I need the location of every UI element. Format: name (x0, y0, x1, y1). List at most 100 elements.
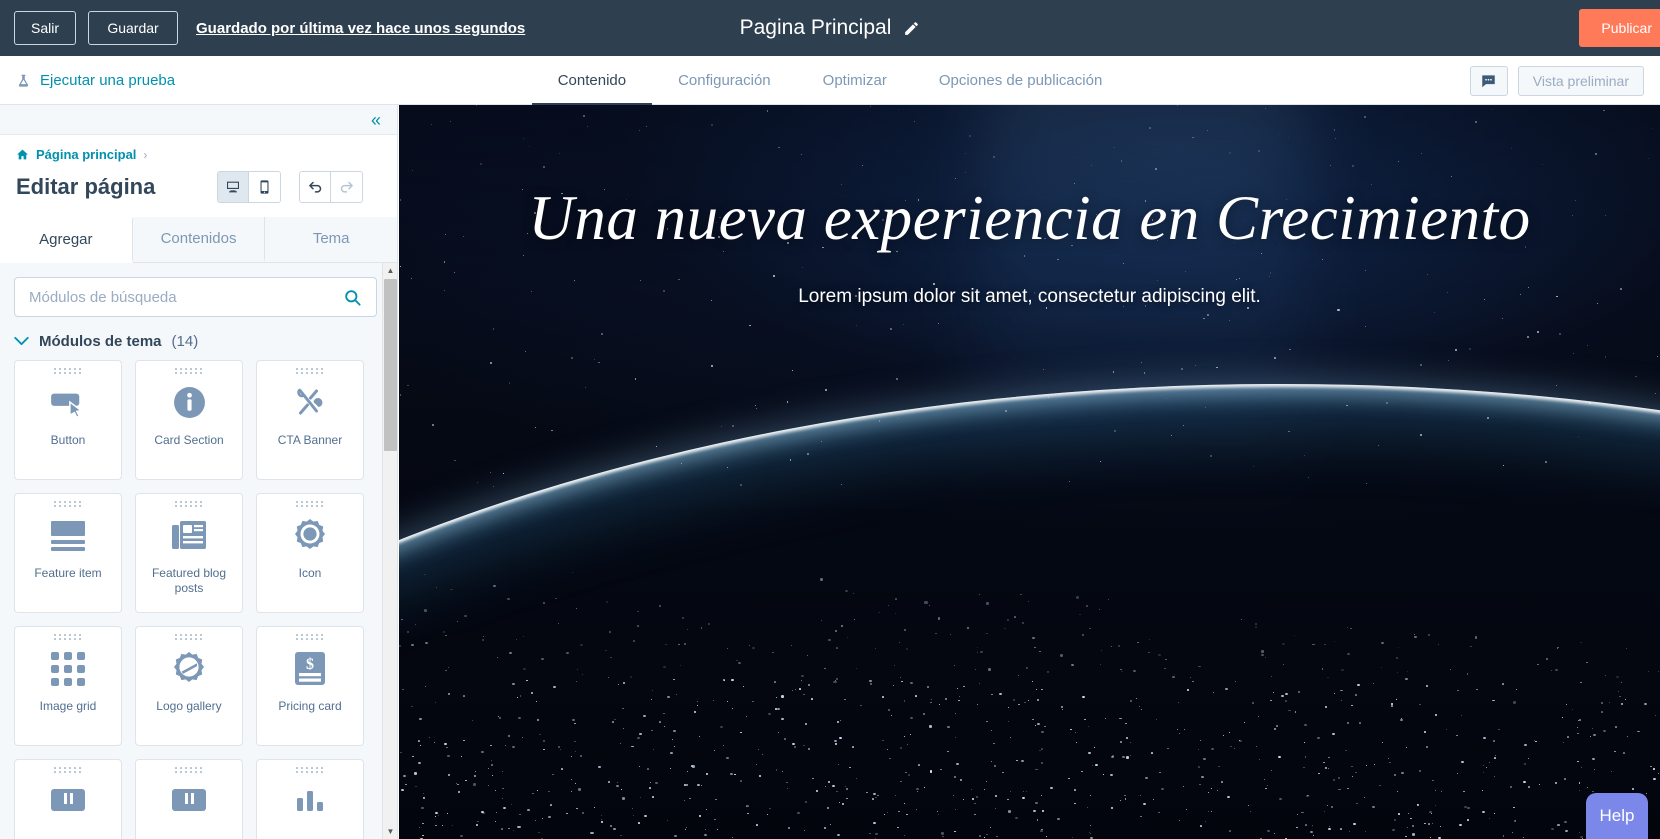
module-card-feature-item[interactable]: Feature item (14, 493, 122, 613)
viewport-mobile-button[interactable] (249, 172, 281, 202)
saved-status-link[interactable]: Guardado por última vez hace unos segund… (196, 20, 525, 37)
sidebar-title-row: Editar página (16, 171, 381, 203)
module-card-partial-3[interactable] (256, 759, 364, 839)
help-button[interactable]: Help (1586, 793, 1648, 839)
search-icon[interactable] (343, 288, 362, 307)
top-bar-left-group: Salir Guardar Guardado por última vez ha… (0, 11, 525, 45)
page-preview-canvas[interactable]: Una nueva experiencia en Crecimiento Lor… (399, 105, 1660, 839)
drag-grip-icon[interactable] (296, 767, 324, 769)
nav-tabs: Contenido Configuración Optimizar Opcion… (0, 56, 1660, 106)
module-card-featured-blog-posts[interactable]: Featured blog posts (135, 493, 243, 613)
tab-contenido[interactable]: Contenido (531, 57, 653, 106)
nav-bar: Ejecutar una prueba Contenido Configurac… (0, 56, 1660, 106)
drag-grip-icon[interactable] (54, 634, 82, 636)
module-card-pricing-card[interactable]: $ Pricing card (256, 626, 364, 746)
save-button[interactable]: Guardar (88, 11, 179, 45)
partial-chart-icon (295, 779, 325, 825)
chevron-down-icon (14, 334, 29, 349)
module-grid: Button Card Section CTA Banner Feature i… (0, 360, 397, 839)
drag-grip-icon[interactable] (175, 634, 203, 636)
history-group (299, 171, 364, 203)
breadcrumb-link[interactable]: Página principal (36, 147, 136, 162)
sidebar-header: Página principal › Editar página (0, 135, 397, 203)
drag-grip-icon[interactable] (175, 767, 203, 769)
undo-icon (307, 180, 324, 195)
drag-grip-icon[interactable] (296, 368, 324, 370)
grid-dots-icon (51, 646, 85, 692)
viewport-desktop-button[interactable] (218, 172, 250, 202)
viewport-toggle-group (217, 171, 282, 203)
drag-grip-icon[interactable] (175, 368, 203, 370)
tab-opciones-de-publicacion[interactable]: Opciones de publicación (913, 57, 1128, 106)
search-box (14, 277, 377, 317)
module-card-cta-banner[interactable]: CTA Banner (256, 360, 364, 480)
theme-modules-section-header[interactable]: Módulos de tema (14) (0, 317, 397, 360)
module-label: Button (50, 432, 86, 447)
sidebar-collapse-row: « (0, 105, 397, 135)
sidebar-tab-contenidos[interactable]: Contenidos (132, 217, 266, 262)
publish-button[interactable]: Publicar (1579, 9, 1660, 47)
tools-icon (294, 380, 327, 426)
module-label: Logo gallery (156, 698, 222, 713)
button-cursor-icon (49, 380, 87, 426)
hero-section[interactable]: Una nueva experiencia en Crecimiento Lor… (399, 105, 1660, 839)
tab-configuracion[interactable]: Configuración (652, 57, 797, 106)
mobile-icon (258, 179, 271, 195)
tab-optimizar[interactable]: Optimizar (797, 57, 913, 106)
redo-button[interactable] (331, 172, 363, 202)
badge-circle-icon (293, 513, 327, 559)
redo-icon (338, 180, 355, 195)
sidebar-tabs: Agregar Contenidos Tema (0, 217, 398, 263)
search-wrapper (0, 263, 397, 317)
module-card-image-grid[interactable]: Image grid (14, 626, 122, 746)
section-title: Módulos de tema (39, 333, 162, 350)
home-icon (16, 148, 29, 161)
top-bar: Salir Guardar Guardado por última vez ha… (0, 0, 1660, 56)
search-input[interactable] (29, 288, 343, 306)
seal-slash-icon (172, 646, 206, 692)
scrollbar-thumb[interactable] (384, 279, 397, 451)
drag-grip-icon[interactable] (175, 501, 203, 503)
drag-grip-icon[interactable] (296, 634, 324, 636)
undo-button[interactable] (300, 172, 332, 202)
section-count: (14) (171, 333, 199, 350)
scroll-down-arrow-icon[interactable]: ▼ (383, 824, 397, 839)
page-title: Pagina Principal (739, 16, 892, 39)
module-label: Image grid (39, 698, 97, 713)
module-card-card-section[interactable]: Card Section (135, 360, 243, 480)
module-label: Feature item (34, 565, 102, 580)
scroll-up-arrow-icon[interactable]: ▲ (383, 263, 397, 278)
module-label: Featured blog posts (151, 565, 227, 595)
hero-subheading[interactable]: Lorem ipsum dolor sit amet, consectetur … (439, 286, 1620, 308)
module-label (62, 825, 74, 832)
desktop-icon (225, 179, 241, 195)
module-card-logo-gallery[interactable]: Logo gallery (135, 626, 243, 746)
svg-text:$: $ (306, 656, 314, 673)
feature-lines-icon (50, 513, 86, 559)
hero-heading[interactable]: Una nueva experiencia en Crecimiento (439, 183, 1620, 254)
module-card-button[interactable]: Button (14, 360, 122, 480)
info-circle-icon (173, 380, 206, 426)
module-card-icon[interactable]: Icon (256, 493, 364, 613)
sidebar: « Página principal › Editar página Agreg… (0, 105, 398, 839)
drag-grip-icon[interactable] (296, 501, 324, 503)
module-label (183, 825, 195, 832)
sidebar-scrollbar[interactable]: ▲ ▼ (382, 263, 397, 839)
drag-grip-icon[interactable] (54, 501, 82, 503)
pencil-icon[interactable] (903, 20, 920, 37)
sidebar-tab-tema[interactable]: Tema (265, 217, 398, 262)
drag-grip-icon[interactable] (54, 368, 82, 370)
module-card-partial-2[interactable] (135, 759, 243, 839)
double-chevron-left-icon[interactable]: « (371, 111, 381, 129)
preview-button[interactable]: Vista preliminar (1517, 65, 1644, 96)
sidebar-heading: Editar página (16, 174, 156, 199)
module-label: Icon (298, 565, 322, 580)
module-label: Card Section (154, 432, 224, 447)
price-tag-icon: $ (295, 646, 325, 692)
partial-card-icon (51, 779, 85, 825)
comment-button[interactable] (1469, 65, 1508, 96)
module-card-partial-1[interactable] (14, 759, 122, 839)
exit-button[interactable]: Salir (14, 11, 77, 45)
sidebar-tab-agregar[interactable]: Agregar (0, 218, 133, 263)
drag-grip-icon[interactable] (54, 767, 82, 769)
